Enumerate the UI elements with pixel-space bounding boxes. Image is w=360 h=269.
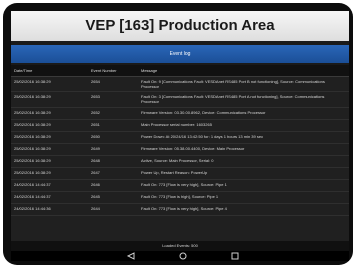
row-event-number: 2646 — [91, 182, 100, 187]
row-message: Firmware Version: 05.38.00.4400, Device:… — [141, 146, 245, 151]
table-row[interactable]: 25/02/2016 16:38:29 2649 Firmware Versio… — [11, 144, 349, 156]
table-row[interactable]: 24/02/2016 14:44:37 2646 Fault On: 773 [… — [11, 180, 349, 192]
row-event-number: 2651 — [91, 122, 100, 127]
row-event-number: 2644 — [91, 206, 100, 211]
row-date: 25/02/2016 16:38:29 — [14, 170, 51, 175]
page-title: VEP [163] Production Area — [11, 11, 349, 41]
row-message: Power Down: At 20/24/16 13:42:50 for: 1 … — [141, 134, 264, 139]
row-date: 25/02/2016 16:38:29 — [14, 110, 51, 115]
recent-apps-icon[interactable] — [230, 252, 240, 260]
table-row[interactable]: 25/02/2016 16:38:29 2650 Power Down: At … — [11, 132, 349, 144]
row-message: Active, Source: Main Processor, Serial: … — [141, 158, 214, 163]
row-date: 25/02/2016 16:38:29 — [14, 94, 51, 99]
column-header-message[interactable]: Message — [141, 68, 157, 73]
row-date: 25/02/2016 16:38:29 — [14, 146, 51, 151]
row-date: 25/02/2016 16:38:29 — [14, 134, 51, 139]
row-date: 24/02/2016 14:44:37 — [14, 182, 51, 187]
row-date: 25/02/2016 16:38:29 — [14, 158, 51, 163]
row-message: Fault On: 773 [Flow is very high], Sourc… — [141, 206, 227, 211]
table-row[interactable]: 24/02/2016 14:44:36 2644 Fault On: 773 [… — [11, 204, 349, 216]
row-message: Fault On: 773 [Flow is very high], Sourc… — [141, 182, 227, 187]
row-message: Main Processor serial number: 1603265 — [141, 122, 212, 127]
table-row[interactable]: 25/02/2016 16:38:29 2654 Fault On: 9 [Co… — [11, 77, 349, 92]
row-event-number: 2648 — [91, 158, 100, 163]
row-event-number: 2649 — [91, 146, 100, 151]
table-row[interactable]: 25/02/2016 16:38:29 2647 Power Up, Resta… — [11, 168, 349, 180]
table-row[interactable]: 25/02/2016 16:38:29 2652 Firmware Versio… — [11, 108, 349, 120]
row-event-number: 2653 — [91, 94, 100, 99]
event-log-header: Event log — [11, 45, 349, 63]
column-header-event-number[interactable]: Event Number — [91, 68, 117, 73]
row-event-number: 2654 — [91, 79, 100, 84]
table-row[interactable]: 25/02/2016 16:38:29 2653 Fault On: 3 [Co… — [11, 92, 349, 108]
row-message: Fault On: 3 [Communications Fault: VESDA… — [141, 94, 325, 104]
loaded-events-status: Loaded Events: 500 — [11, 241, 349, 251]
row-message: Fault On: 9 [Communications Fault: VESDA… — [141, 79, 325, 89]
row-event-number: 2647 — [91, 170, 100, 175]
row-date: 24/02/2016 14:44:36 — [14, 206, 51, 211]
row-date: 24/02/2016 14:44:37 — [14, 194, 51, 199]
row-date: 25/02/2016 16:38:29 — [14, 122, 51, 127]
screen: VEP [163] Production Area Event log Date… — [11, 11, 349, 261]
row-event-number: 2645 — [91, 194, 100, 199]
tablet-frame: VEP [163] Production Area Event log Date… — [3, 3, 353, 265]
table-row[interactable]: 24/02/2016 14:44:37 2645 Fault On: 773 [… — [11, 192, 349, 204]
table-header: Date/Time Event Number Message — [11, 65, 349, 77]
row-message: Firmware Version: 03.30.00.8962, Device:… — [141, 110, 266, 115]
home-circle-icon[interactable] — [178, 252, 188, 260]
row-event-number: 2650 — [91, 134, 100, 139]
back-triangle-icon[interactable] — [126, 252, 136, 260]
event-log-table: Date/Time Event Number Message 25/02/201… — [11, 65, 349, 241]
row-message: Power Up, Restart Reason: PowerUp — [141, 170, 208, 175]
table-row[interactable]: 25/02/2016 16:38:29 2648 Active, Source:… — [11, 156, 349, 168]
row-message: Fault On: 773 [Flow is high], Source: Pi… — [141, 194, 219, 199]
row-event-number: 2652 — [91, 110, 100, 115]
table-row[interactable]: 25/02/2016 16:38:29 2651 Main Processor … — [11, 120, 349, 132]
row-date: 25/02/2016 16:38:29 — [14, 79, 51, 84]
android-nav-bar — [11, 251, 349, 261]
column-header-date[interactable]: Date/Time — [14, 68, 32, 73]
